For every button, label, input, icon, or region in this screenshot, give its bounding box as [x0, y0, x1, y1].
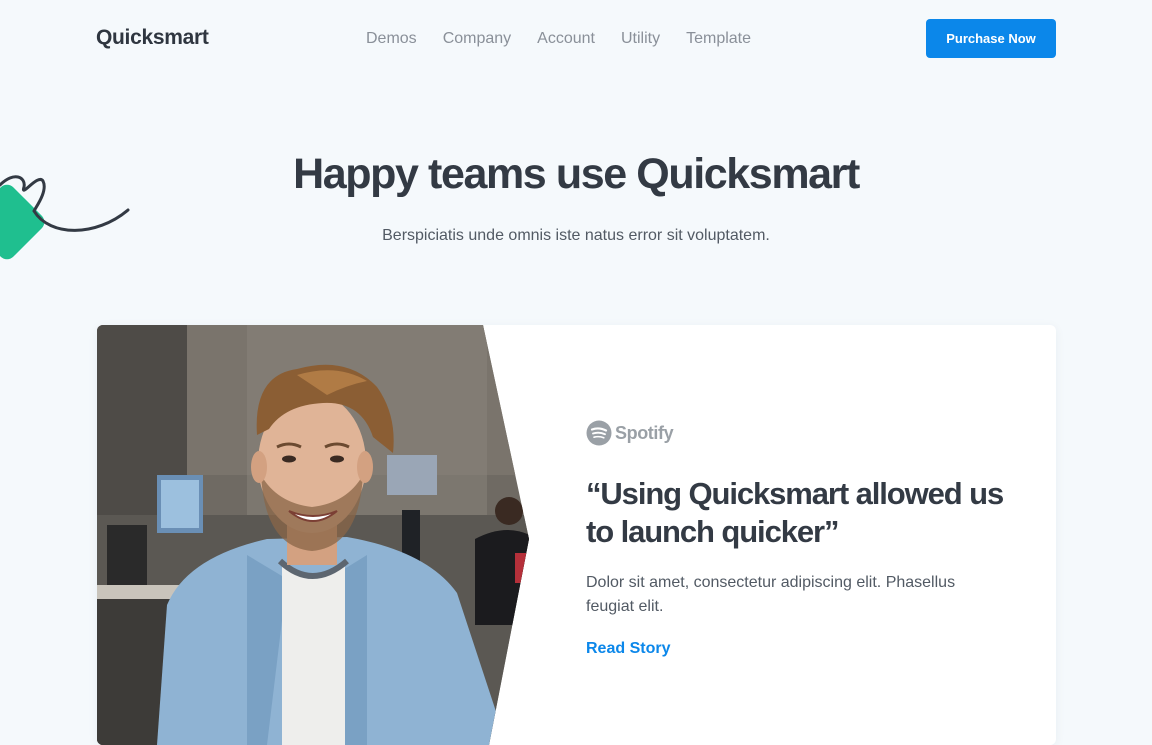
hero-title: Happy teams use Quicksmart [293, 150, 860, 198]
main-nav: Demos Company Account Utility Template [366, 29, 751, 49]
hero-subtitle: Berspiciatis unde omnis iste natus error… [382, 227, 770, 244]
testimonial-quote: “Using Quicksmart allowed us to launch q… [586, 476, 1004, 549]
site-logo[interactable]: Quicksmart [96, 26, 209, 50]
spotify-icon [586, 420, 612, 446]
purchase-now-button[interactable]: Purchase Now [926, 19, 1056, 58]
read-story-link[interactable]: Read Story [586, 640, 670, 658]
testimonial-photo [97, 325, 529, 745]
nav-item-utility[interactable]: Utility [621, 29, 660, 49]
brand-logo: Spotify [586, 420, 674, 446]
nav-item-template[interactable]: Template [686, 29, 751, 49]
site-header: Quicksmart Demos Company Account Utility… [0, 0, 1152, 78]
nav-item-account[interactable]: Account [537, 29, 595, 49]
nav-item-demos[interactable]: Demos [366, 29, 417, 49]
testimonial-card: Spotify “Using Quicksmart allowed us to … [97, 325, 1056, 745]
nav-item-company[interactable]: Company [443, 29, 511, 49]
testimonial-text: Dolor sit amet, consectetur adipiscing e… [586, 574, 956, 615]
brand-name: Spotify [615, 422, 674, 443]
